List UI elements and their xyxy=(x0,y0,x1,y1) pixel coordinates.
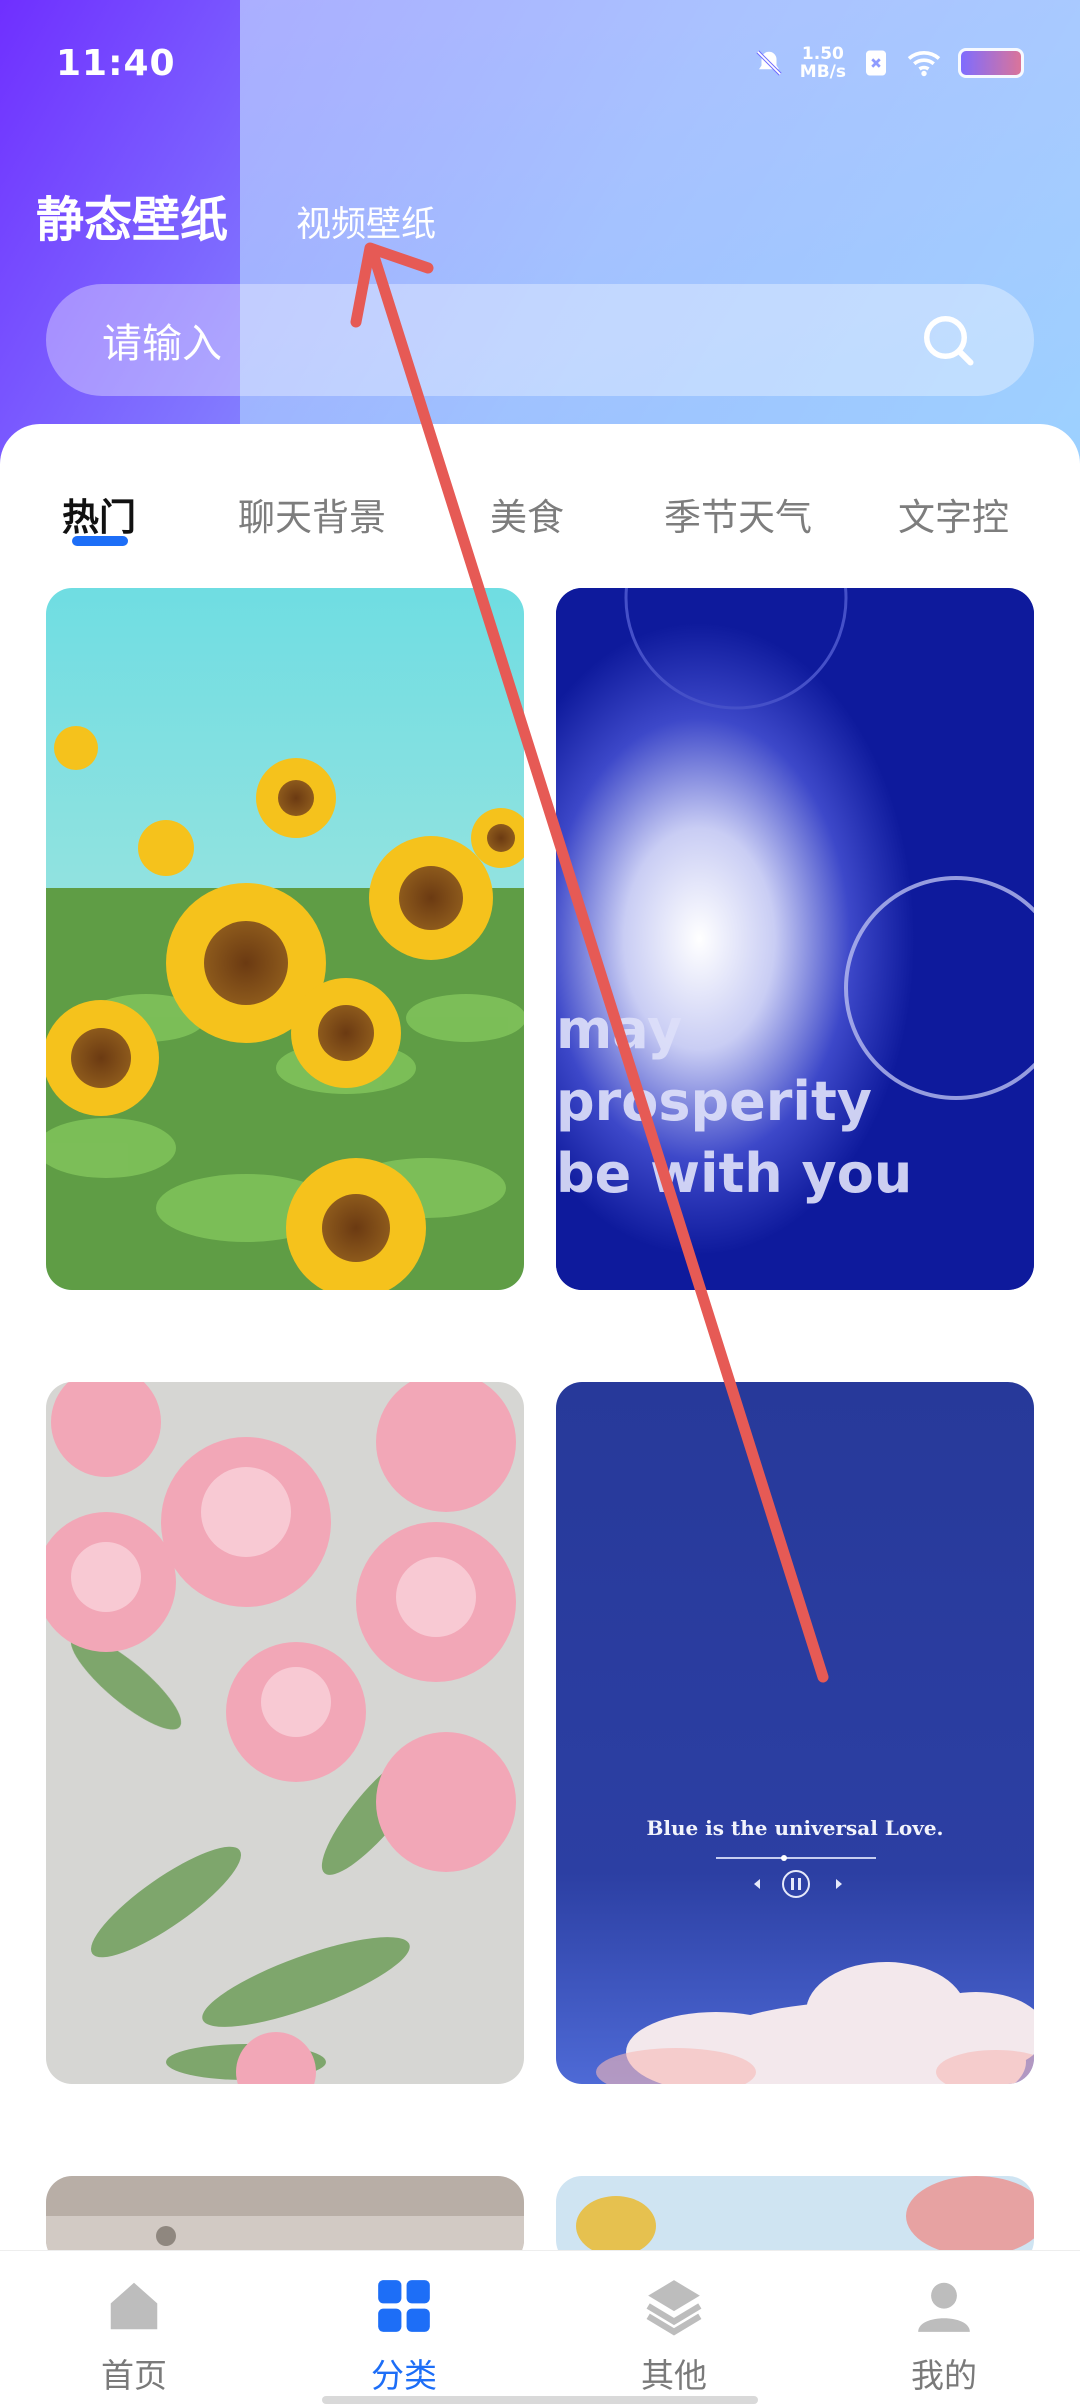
wallpaper-grid: may prosperity be with you Blue is the u… xyxy=(0,0,1080,2266)
layers-icon xyxy=(646,2280,702,2336)
roses-image xyxy=(46,1382,524,2084)
wallpaper-tile-prosperity[interactable]: may prosperity be with you xyxy=(556,588,1034,1290)
bottom-nav: 首页 分类 其他 我的 xyxy=(0,2250,1080,2408)
nav-home[interactable]: 首页 xyxy=(64,2275,204,2397)
wallpaper-tile-sunflowers[interactable] xyxy=(46,588,524,1290)
nav-category-label: 分类 xyxy=(371,2356,437,2395)
sunflower-image xyxy=(46,588,524,1290)
nav-home-label: 首页 xyxy=(101,2356,167,2395)
universal-love-image xyxy=(556,1382,1034,2084)
home-icon xyxy=(110,2282,158,2330)
wallpaper-tile-roses[interactable] xyxy=(46,1382,524,2084)
nav-other-label: 其他 xyxy=(641,2356,707,2395)
prosperity-text: may prosperity be with you xyxy=(556,588,1034,1290)
prosperity-line-2: prosperity xyxy=(556,1070,872,1133)
nav-mine-label: 我的 xyxy=(911,2356,977,2395)
grid-icon xyxy=(378,2280,430,2332)
prosperity-line-1: may xyxy=(556,998,683,1061)
nav-other[interactable]: 其他 xyxy=(604,2275,744,2397)
wallpaper-tile-universal-love[interactable]: Blue is the universal Love. xyxy=(556,1382,1034,2084)
nav-category[interactable]: 分类 xyxy=(334,2275,474,2397)
user-icon xyxy=(918,2282,970,2332)
universal-love-caption: Blue is the universal Love. xyxy=(646,1816,944,1840)
prosperity-line-3: be with you xyxy=(556,1142,913,1205)
home-indicator[interactable] xyxy=(322,2396,758,2404)
nav-mine[interactable]: 我的 xyxy=(874,2275,1014,2397)
